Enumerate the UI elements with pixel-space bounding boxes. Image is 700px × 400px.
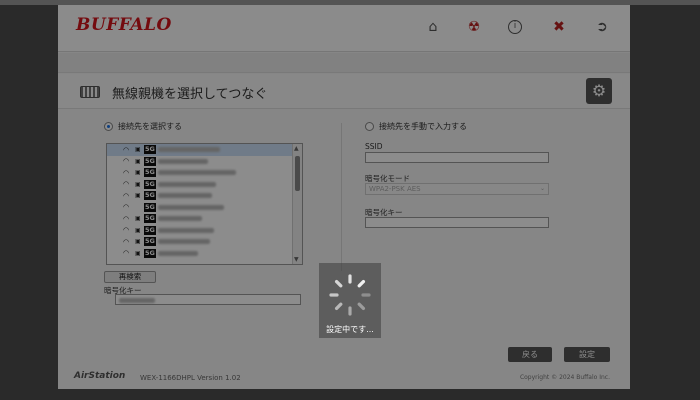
loading-dialog: 設定中です... bbox=[319, 263, 381, 338]
spinner-dash bbox=[357, 279, 366, 288]
spinner-dash bbox=[334, 302, 343, 311]
spinner-dash bbox=[334, 279, 343, 288]
loading-text: 設定中です... bbox=[326, 325, 374, 334]
modal-overlay bbox=[0, 0, 700, 400]
loading-spinner-icon bbox=[329, 274, 371, 316]
spinner-dash bbox=[357, 302, 366, 311]
